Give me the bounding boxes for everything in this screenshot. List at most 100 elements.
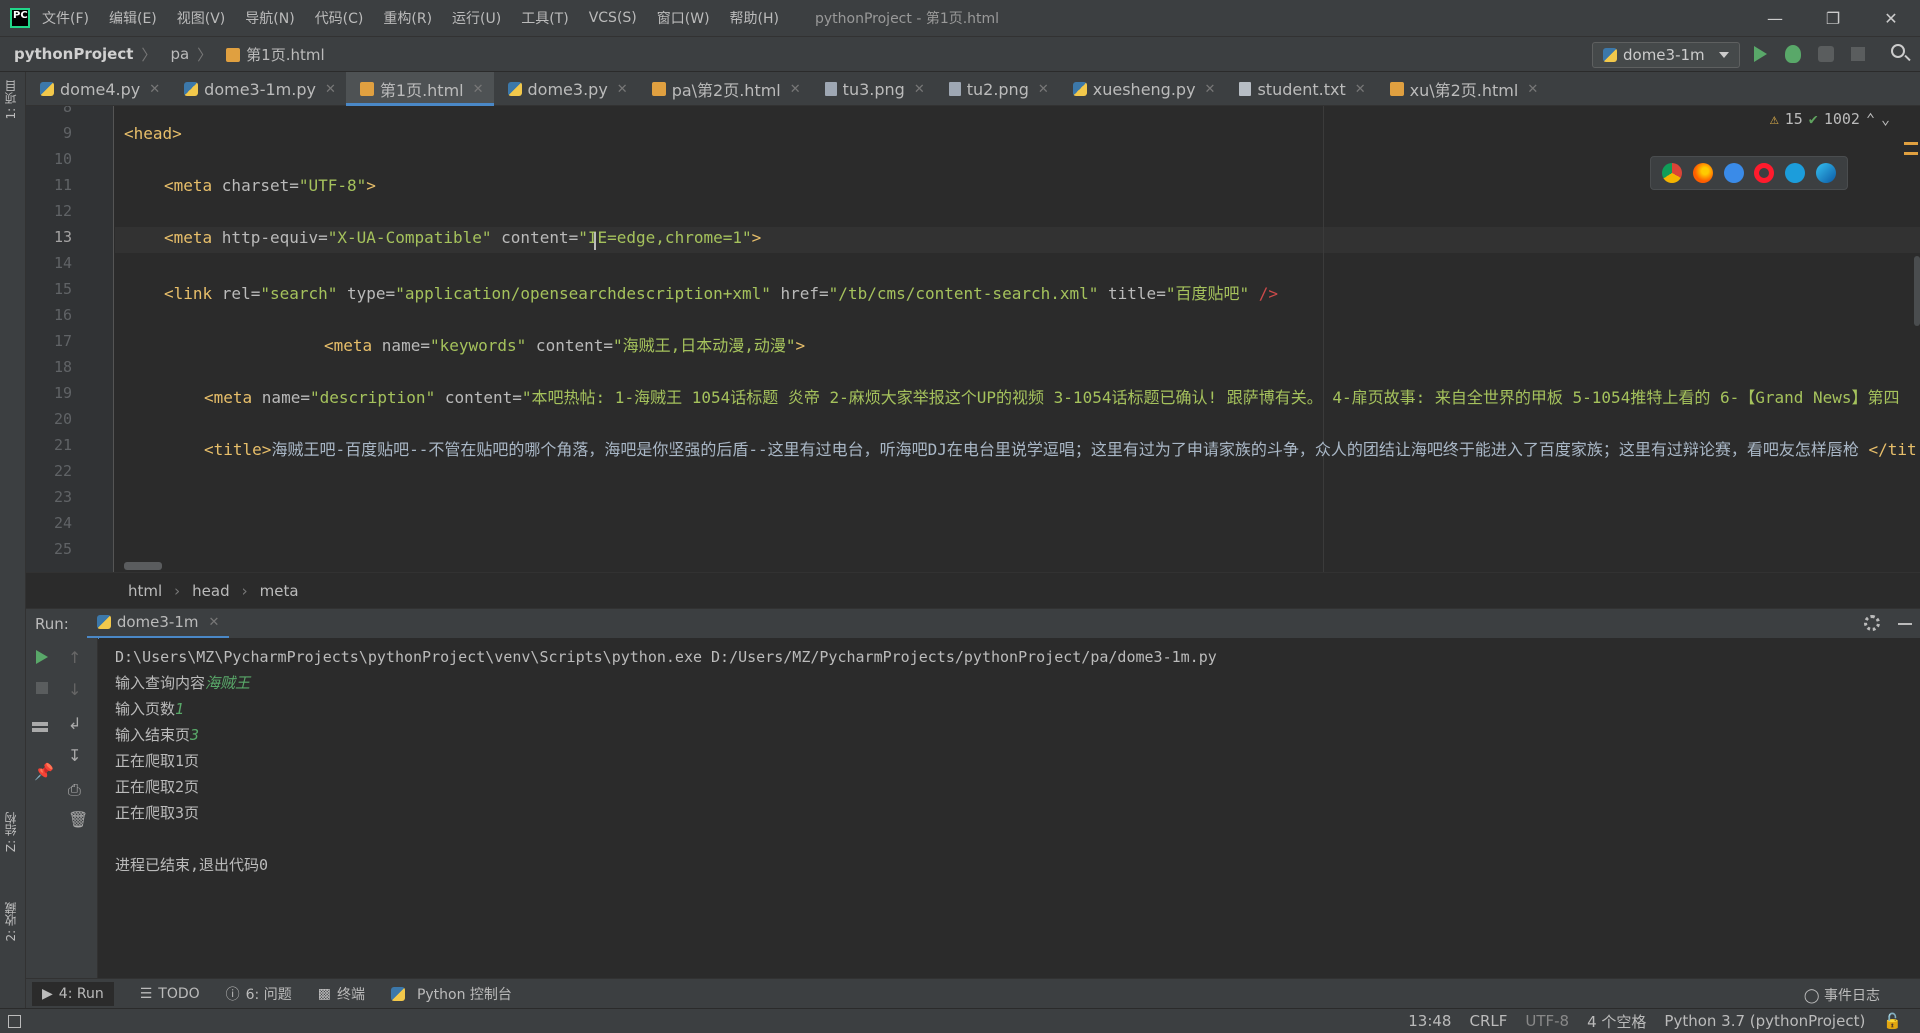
editor-tab[interactable]: pa\第2页.html ✕ [638,72,811,106]
structure-tool-tab[interactable]: Z: 结构 [2,812,24,852]
editor-tab[interactable]: xuesheng.py ✕ [1059,72,1226,106]
close-tab-icon[interactable]: ✕ [1038,82,1049,97]
breadcrumb-html[interactable]: html [128,582,162,600]
code-token: </tit [1868,440,1917,459]
menu-edit[interactable]: 编辑(E) [109,8,157,28]
tool-tab-problems[interactable]: ⓘ 6: 问题 [226,984,292,1004]
tool-tab-todo[interactable]: ☰ TODO [140,986,200,1002]
line-number: 25 [53,540,72,558]
close-tab-icon[interactable]: ✕ [1527,82,1538,97]
menu-code[interactable]: 代码(C) [315,8,364,28]
error-stripe-mark[interactable] [1904,152,1918,155]
indent-setting[interactable]: 4 个空格 [1587,1011,1646,1032]
coverage-icon[interactable] [1818,46,1834,62]
edge-icon[interactable] [1815,163,1836,183]
close-tab-icon[interactable]: ✕ [208,615,219,630]
event-log-button[interactable]: ◯ 事件日志 [1804,985,1880,1005]
code-token: <head> [124,124,182,143]
safari-icon[interactable] [1723,163,1744,183]
menu-refactor[interactable]: 重构(R) [383,8,432,28]
line-separator[interactable]: CRLF [1469,1012,1507,1030]
editor-tab[interactable]: tu2.png ✕ [935,72,1059,106]
menu-window[interactable]: 窗口(W) [657,8,710,28]
close-tab-icon[interactable]: ✕ [149,82,160,97]
gear-icon[interactable] [1864,615,1880,631]
close-tab-icon[interactable]: ✕ [1205,82,1216,97]
caret-position[interactable]: 13:48 [1408,1012,1451,1030]
project-tool-tab[interactable]: 1: 项目 [2,80,24,120]
tool-tab-terminal[interactable]: ▩ 终端 [318,984,365,1004]
print-icon[interactable]: ⎙ [68,780,84,799]
breadcrumb-file[interactable]: 第1页.html [226,44,325,65]
pin-icon[interactable]: 📌 [34,762,54,781]
horizontal-scrollbar[interactable] [124,562,162,570]
close-tab-icon[interactable]: ✕ [617,82,628,97]
soft-wrap-icon[interactable]: ↲ [68,714,84,733]
right-margin-guide [1323,106,1324,572]
minimize-panel-icon[interactable] [1898,623,1912,625]
restore-icon[interactable]: ❐ [1804,0,1862,36]
run-config-dropdown[interactable]: dome3-1m [1592,42,1740,68]
editor-tab[interactable]: student.txt ✕ [1225,72,1375,106]
editor-tab[interactable]: dome4.py ✕ [26,72,170,106]
vertical-scrollbar[interactable] [1914,256,1920,326]
debug-icon[interactable] [1785,45,1801,63]
close-icon[interactable]: ✕ [1862,0,1920,36]
tool-tab-run[interactable]: ▶ 4: Run [32,981,114,1006]
breadcrumb-meta[interactable]: meta [260,582,299,600]
close-tab-icon[interactable]: ✕ [914,82,925,97]
minimize-icon[interactable]: — [1746,0,1804,36]
inspection-widget[interactable]: ⚠ 15 ✔ 1002 ⌃ ⌄ [1770,110,1890,128]
run-console[interactable]: D:\Users\MZ\PycharmProjects\pythonProjec… [99,638,1920,978]
menu-help[interactable]: 帮助(H) [730,8,779,28]
editor-tab[interactable]: xu\第2页.html ✕ [1376,72,1549,106]
editor-tab-active[interactable]: 第1页.html ✕ [345,72,494,106]
rerun-icon[interactable] [36,650,48,664]
arrow-up-icon[interactable]: ↑ [68,648,84,667]
close-tab-icon[interactable]: ✕ [473,82,484,97]
search-icon[interactable] [1891,44,1905,58]
run-tab[interactable]: dome3-1m ✕ [86,609,230,639]
chevron-down-icon[interactable]: ⌄ [1881,110,1890,128]
trash-icon[interactable]: 🗑 [68,810,88,829]
stop-icon[interactable] [36,682,48,694]
code-line-13: <meta http-equiv="X-UA-Compatible" conte… [164,228,761,247]
code-token: <meta [164,228,222,247]
menu-tools[interactable]: 工具(T) [521,8,568,28]
tool-window-toggle-icon[interactable] [8,1015,21,1028]
firefox-icon[interactable] [1692,163,1713,183]
editor-tab[interactable]: dome3.py ✕ [494,72,638,106]
editor-tab[interactable]: dome3-1m.py ✕ [170,72,346,106]
lock-icon[interactable]: 🔓 [1883,1012,1902,1030]
editor-tab[interactable]: tu3.png ✕ [811,72,935,106]
menu-view[interactable]: 视图(V) [177,8,226,28]
menu-navigate[interactable]: 导航(N) [245,8,294,28]
tool-tab-python-console[interactable]: Python 控制台 [390,984,512,1004]
scroll-to-end-icon[interactable]: ↧ [68,746,84,765]
menu-run[interactable]: 运行(U) [452,8,501,28]
code-editor[interactable]: 8 9 10 11 12 13 14 15 16 17 18 19 20 21 … [26,106,1920,572]
editor-tab-label: xu\第2页.html [1409,81,1519,100]
menu-vcs[interactable]: VCS(S) [589,10,637,26]
menu-file[interactable]: 文件(F) [42,8,89,28]
internet-explorer-icon[interactable] [1784,163,1805,183]
opera-icon[interactable] [1754,163,1775,183]
breadcrumb-project[interactable]: pythonProject [14,45,133,63]
close-tab-icon[interactable]: ✕ [325,82,336,97]
layout-icon[interactable] [32,722,48,732]
breadcrumb-folder[interactable]: pa [170,45,189,63]
close-tab-icon[interactable]: ✕ [1355,82,1366,97]
arrow-down-icon[interactable]: ↓ [68,680,84,699]
chevron-up-icon[interactable]: ⌃ [1866,110,1875,128]
file-encoding[interactable]: UTF-8 [1525,1012,1569,1030]
editor-tab-label: dome3.py [527,79,608,99]
close-tab-icon[interactable]: ✕ [790,82,801,97]
python-interpreter[interactable]: Python 3.7 (pythonProject) [1664,1012,1865,1030]
breadcrumb-head[interactable]: head [192,582,229,600]
favorites-tool-tab[interactable]: 2: 收藏 [2,902,24,942]
run-icon[interactable] [1754,46,1767,62]
stop-icon[interactable] [1851,47,1865,61]
error-stripe-mark[interactable] [1904,142,1918,145]
chrome-icon[interactable] [1662,163,1683,183]
python-file-icon [96,615,111,629]
